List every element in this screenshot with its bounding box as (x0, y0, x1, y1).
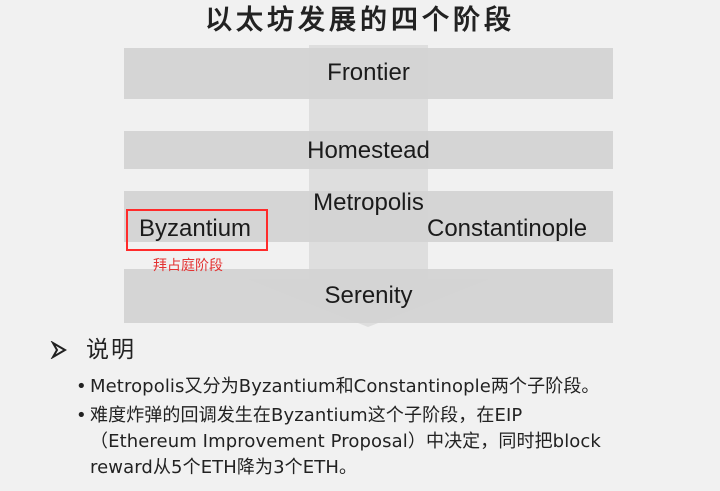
stage-homestead: Homestead (124, 131, 613, 169)
stage-frontier-label: Frontier (327, 59, 410, 86)
notes-heading-text: 说明 (86, 337, 136, 363)
bullet-dot-icon: • (76, 376, 87, 397)
stage-serenity: Serenity (124, 269, 613, 323)
note-item: • Metropolis又分为Byzantium和Constantinople两… (76, 374, 700, 400)
slide-title: 以太坊发展的四个阶段 (205, 5, 515, 36)
notes-heading: 说明 (50, 336, 136, 364)
note-line: reward从5个ETH降为3个ETH。 (90, 457, 358, 478)
note-line: Metropolis又分为Byzantium和Constantinople两个子… (90, 376, 600, 397)
stage-frontier: Frontier (124, 48, 613, 99)
note-line: （Ethereum Improvement Proposal）中决定，同时把bl… (90, 431, 601, 452)
note-line: 难度炸弹的回调发生在Byzantium这个子阶段，在EIP (90, 405, 523, 426)
note-item: • 难度炸弹的回调发生在Byzantium这个子阶段，在EIP （Ethereu… (76, 403, 700, 481)
notes-list: • Metropolis又分为Byzantium和Constantinople两… (76, 374, 700, 481)
arrow-bullet-icon (50, 341, 67, 359)
stage-metropolis: Metropolis Byzantium Constantinople (124, 189, 613, 242)
byzantium-annotation: 拜占庭阶段 (153, 258, 223, 274)
substage-byzantium-label: Byzantium (139, 215, 252, 242)
stage-homestead-label: Homestead (307, 137, 430, 164)
substage-constantinople-label: Constantinople (427, 215, 588, 242)
slide: 以太坊发展的四个阶段 Frontier Homestead Metropolis… (0, 0, 720, 491)
stage-serenity-label: Serenity (324, 282, 413, 309)
bullet-dot-icon: • (76, 405, 87, 426)
